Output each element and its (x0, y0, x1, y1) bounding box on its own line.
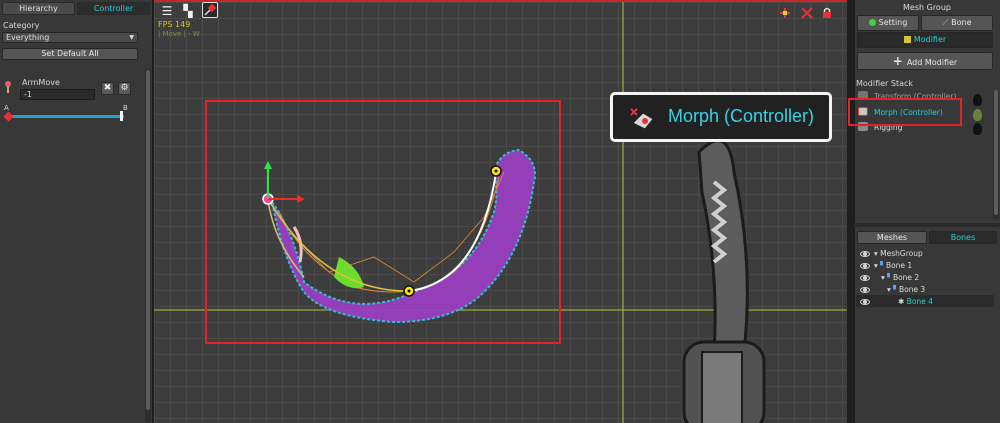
tab-hierarchy[interactable]: Hierarchy (2, 2, 75, 15)
category-value: Everything (6, 33, 50, 42)
add-modifier-label: Add Modifier (906, 58, 958, 67)
tree-label: Bone 1 (885, 261, 913, 270)
modifier-button-label: Modifier (913, 35, 947, 44)
arm-artwork (682, 139, 766, 423)
slider-max-label: B (123, 104, 128, 112)
modifier-selection-highlight (848, 98, 962, 126)
panel-divider (854, 223, 1000, 227)
tab-bones[interactable]: Bones (929, 231, 997, 244)
eye-icon[interactable] (860, 287, 870, 293)
lock-icon[interactable] (820, 6, 834, 20)
tab-meshes[interactable]: Meshes (857, 231, 927, 244)
eye-icon[interactable] (860, 299, 870, 305)
modifier-icon (903, 36, 911, 43)
modifier-scrollbar[interactable] (993, 90, 999, 220)
tree-label: Bone 4 (906, 297, 933, 306)
plus-icon: + (892, 54, 903, 68)
fps-counter: FPS 149 (158, 20, 191, 29)
pin-tool-icon[interactable] (202, 2, 218, 18)
tab-controller[interactable]: Controller (77, 2, 150, 15)
checker-icon[interactable]: ▚ (180, 3, 196, 19)
modifier-active-icon[interactable] (973, 109, 982, 121)
setting-button[interactable]: Setting (857, 15, 919, 31)
left-panel: Hierarchy Controller (0, 0, 153, 423)
slider-handle[interactable] (120, 111, 123, 121)
setting-button-label: Setting (878, 18, 908, 27)
tree-item-bone-4[interactable]: ✱ Bone 4 (898, 296, 933, 307)
category-dropdown[interactable]: Everything ▼ (2, 32, 138, 43)
modifier-button[interactable]: Modifier (857, 32, 993, 48)
eye-icon[interactable] (860, 251, 870, 257)
param-name: ArmMove (22, 78, 60, 87)
viewport-scrollbar[interactable] (847, 0, 854, 423)
menu-icon[interactable]: ☰ (159, 3, 175, 19)
set-default-all-button[interactable]: Set Default All (2, 48, 138, 60)
panel-title: Mesh Group (903, 3, 951, 12)
tree-item-bone-3[interactable]: ▾ ▘Bone 3 (887, 284, 925, 295)
modifier-callout: Morph (Controller) (610, 92, 832, 142)
tree-item-meshgroup[interactable]: ▾ MeshGroup (874, 248, 923, 259)
left-tabs: Hierarchy Controller (0, 0, 152, 15)
modifier-stack-label: Modifier Stack (856, 79, 914, 88)
morph-icon (627, 105, 657, 131)
controller-pin-icon (4, 80, 12, 94)
chevron-down-icon: ▼ (129, 34, 134, 41)
bone-node-icon: ✱ (898, 297, 907, 306)
bone-icon: ⟋ (942, 18, 949, 27)
close-icon: ✖ (103, 83, 112, 93)
tree-label: Bone 2 (892, 273, 920, 282)
gear-icon: ⚙ (120, 83, 129, 93)
tree-item-bone-2[interactable]: ▾ ▘Bone 2 (881, 272, 919, 283)
edit-mode-hint: | Move | - W (158, 30, 200, 38)
tree-label: Bone 3 (898, 285, 926, 294)
tree-item-bone-1[interactable]: ▾ ▘Bone 1 (874, 260, 912, 271)
setting-icon (868, 19, 876, 26)
reset-button[interactable]: ✖ (101, 82, 114, 95)
modifier-active-icon[interactable] (973, 123, 982, 135)
bone-visibility-icon[interactable] (800, 6, 814, 20)
bone-button[interactable]: ⟋ Bone (921, 15, 993, 31)
modifier-active-icon[interactable] (973, 94, 982, 106)
gizmo-toggle-icon[interactable] (778, 6, 792, 20)
param-value-field[interactable]: -1 (20, 89, 95, 100)
settings-button[interactable]: ⚙ (118, 82, 131, 95)
tree-label: MeshGroup (880, 249, 923, 258)
callout-title: Morph (Controller) (668, 106, 815, 126)
param-slider[interactable] (8, 115, 124, 118)
eye-icon[interactable] (860, 275, 870, 281)
left-scrollbar[interactable] (145, 68, 151, 423)
category-label: Category (3, 21, 40, 30)
add-modifier-button[interactable]: + Add Modifier (857, 52, 993, 70)
bone-button-label: Bone (951, 18, 972, 27)
selection-highlight (205, 100, 561, 344)
eye-icon[interactable] (860, 263, 870, 269)
